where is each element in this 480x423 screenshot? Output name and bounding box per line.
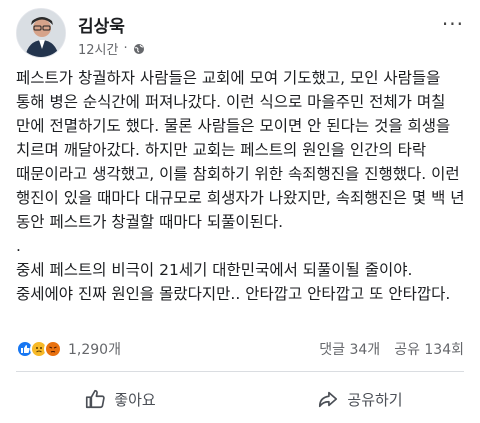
angry-reaction-icon xyxy=(44,340,62,358)
post-separator: . xyxy=(16,237,21,255)
thumbs-up-icon xyxy=(86,389,106,409)
reaction-summary[interactable]: 1,290개 xyxy=(16,339,121,359)
like-button-label: 좋아요 xyxy=(114,390,156,409)
separator-dot: · xyxy=(123,41,128,56)
share-button[interactable]: 공유하기 xyxy=(240,382,480,416)
reaction-count: 1,290개 xyxy=(68,342,121,358)
share-count[interactable]: 공유 134회 xyxy=(394,339,464,359)
share-button-label: 공유하기 xyxy=(347,390,403,409)
more-options-icon[interactable]: ··· xyxy=(442,12,464,36)
action-bar: 좋아요 공유하기 xyxy=(0,382,480,416)
post-content: 페스트가 창궐하자 사람들은 교회에 모여 기도했고, 모인 사람들을 통해 병… xyxy=(16,66,468,306)
post-paragraph-2: 중세 페스트의 비극이 21세기 대한민국에서 되풀이될 줄이야. 중세에야 진… xyxy=(16,261,451,303)
globe-icon xyxy=(133,43,144,54)
post-meta: 12시간 · xyxy=(78,39,145,58)
share-arrow-icon xyxy=(319,391,338,408)
post-header: 김상욱 12시간 · ··· xyxy=(16,8,464,62)
like-button[interactable]: 좋아요 xyxy=(0,382,240,416)
profile-photo xyxy=(17,9,65,57)
author-name[interactable]: 김상욱 xyxy=(78,12,125,37)
post-paragraph-1: 페스트가 창궐하자 사람들은 교회에 모여 기도했고, 모인 사람들을 통해 병… xyxy=(16,69,470,231)
post-time[interactable]: 12시간 xyxy=(78,39,118,58)
stats-divider xyxy=(16,371,464,372)
avatar[interactable] xyxy=(16,8,66,58)
engagement-counts: 댓글 34개 공유 134회 xyxy=(319,339,464,359)
comment-count[interactable]: 댓글 34개 xyxy=(319,339,380,359)
post-stats: 1,290개 댓글 34개 공유 134회 xyxy=(16,337,464,361)
